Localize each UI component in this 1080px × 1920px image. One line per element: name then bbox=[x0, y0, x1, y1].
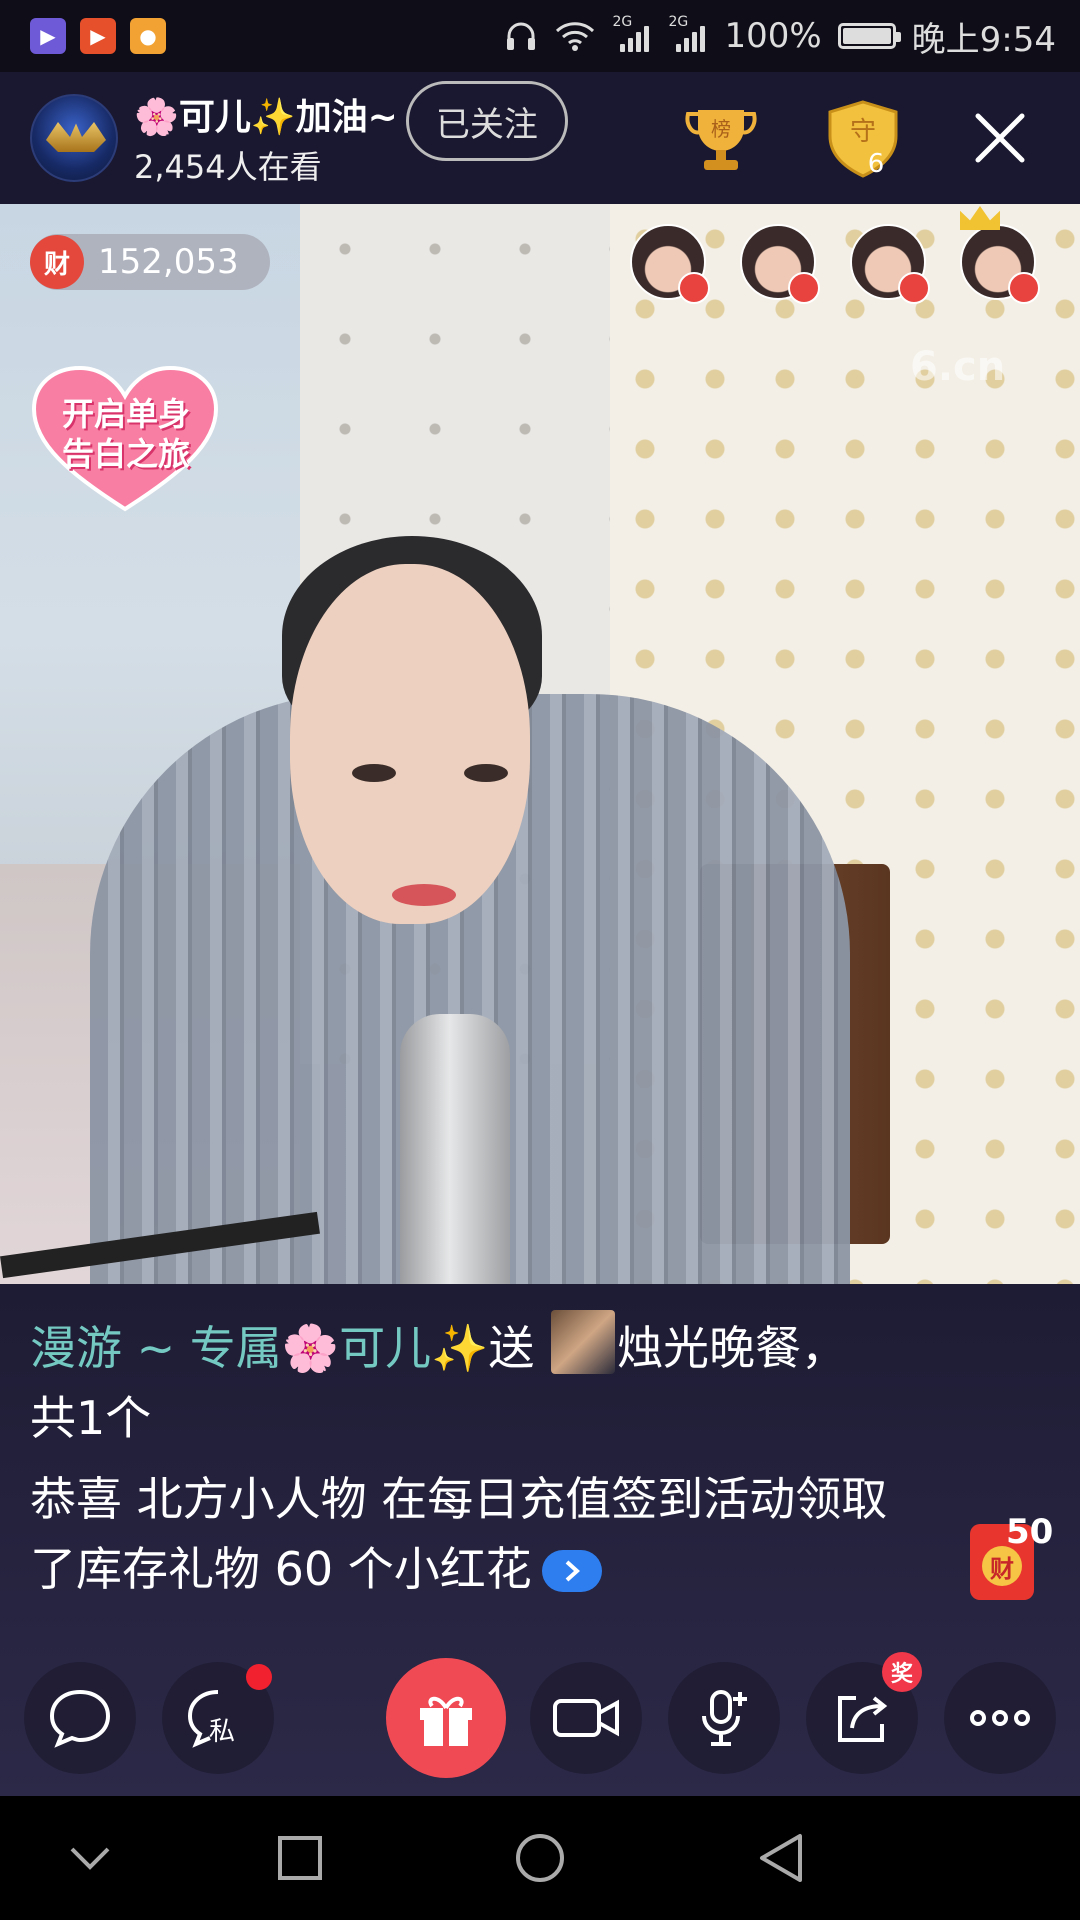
viewer-avatar[interactable] bbox=[960, 206, 1040, 304]
sofa-badge-icon bbox=[1008, 272, 1040, 304]
triangle-back-icon bbox=[760, 1834, 802, 1882]
streamer-lips bbox=[392, 884, 456, 906]
gift-button[interactable] bbox=[386, 1658, 506, 1778]
collapse-button[interactable] bbox=[56, 1824, 124, 1892]
reward-badge: 奖 bbox=[882, 1652, 922, 1692]
headphone-icon bbox=[507, 22, 536, 50]
youtube-icon: ▶ bbox=[80, 18, 116, 54]
red-packet-label: 财 bbox=[982, 1546, 1022, 1586]
share-button[interactable]: 奖 bbox=[806, 1652, 922, 1774]
square-icon bbox=[278, 1836, 322, 1880]
clock: 晚上9:54 bbox=[911, 19, 1056, 60]
bottom-toolbar: 私 奖 bbox=[0, 1640, 1080, 1796]
viewer-avatar[interactable] bbox=[850, 224, 930, 304]
kuaishou-icon: ● bbox=[130, 18, 166, 54]
sofa-badge-icon bbox=[788, 272, 820, 304]
private-label: 私 bbox=[209, 1717, 235, 1747]
video-camera-icon bbox=[553, 1699, 619, 1737]
signal-icon: 2G bbox=[612, 14, 652, 52]
back-button[interactable] bbox=[746, 1824, 814, 1892]
gift-icon bbox=[420, 1696, 472, 1746]
private-chat-icon: 私 bbox=[187, 1690, 235, 1748]
guard-label: 守 bbox=[850, 117, 876, 147]
private-message-button[interactable]: 私 bbox=[162, 1662, 274, 1774]
circle-icon bbox=[516, 1834, 564, 1882]
flower-emoji: 🌸 bbox=[281, 1321, 340, 1375]
follow-button[interactable]: 已关注 bbox=[405, 81, 568, 161]
notification-icons: ▶ ▶ ● bbox=[30, 18, 166, 54]
promo-line-1: 开启单身 bbox=[61, 395, 190, 433]
wealth-icon: 财 bbox=[30, 235, 84, 289]
microphone bbox=[400, 1014, 510, 1284]
unread-dot bbox=[246, 1664, 272, 1690]
sofa-badge-icon bbox=[898, 272, 930, 304]
top-viewers bbox=[630, 206, 1040, 304]
sparkle-emoji: ✨ bbox=[431, 1321, 489, 1375]
gift-verb: 送 bbox=[488, 1321, 549, 1375]
wealth-badge[interactable]: 财 152,053 bbox=[30, 234, 270, 290]
more-dots-icon bbox=[970, 1710, 1030, 1726]
guard-shield-icon[interactable]: 守 6 bbox=[826, 100, 900, 178]
streamer-eye bbox=[352, 764, 396, 782]
battery-icon bbox=[837, 23, 901, 49]
more-button[interactable] bbox=[944, 1662, 1056, 1774]
sofa-badge-icon bbox=[678, 272, 710, 304]
home-button[interactable] bbox=[506, 1824, 574, 1892]
guard-count: 6 bbox=[868, 149, 885, 178]
streamer-avatar[interactable] bbox=[30, 94, 118, 182]
system-message-text: 恭喜 北方小人物 在每日充值签到活动领取了库存礼物 60 个小红花 bbox=[30, 1472, 888, 1596]
streamer-info: 🌸可儿✨加油~ 2,454人在看 bbox=[134, 88, 398, 188]
gift-thumbnail-icon bbox=[550, 1310, 615, 1374]
wealth-value: 152,053 bbox=[98, 242, 239, 282]
status-bar: ▶ ▶ ● 2G 2G 100% 晚上9:54 bbox=[0, 0, 1080, 72]
system-nav-bar bbox=[0, 1796, 1080, 1920]
gift-message: 漫游 ~ 专属🌸可儿✨送 烛光晚餐，共1个 bbox=[30, 1310, 890, 1453]
wifi-icon bbox=[556, 22, 595, 51]
red-packet-count: 50 bbox=[1006, 1512, 1054, 1552]
promo-banner[interactable]: 开启单身 告白之旅 bbox=[30, 364, 220, 514]
live-video[interactable]: 财 152,053 开启单身 告白之旅 6.cn bbox=[0, 204, 1080, 1284]
watermark: 6.cn bbox=[910, 344, 1006, 390]
viewer-avatar[interactable] bbox=[740, 224, 820, 304]
mic-link-button[interactable] bbox=[668, 1662, 780, 1774]
signal-icon: 2G bbox=[668, 14, 708, 52]
promo-text: 开启单身 告白之旅 bbox=[36, 394, 216, 474]
leaderboard-trophy-icon[interactable]: 榜 bbox=[684, 106, 758, 172]
close-icon[interactable] bbox=[970, 108, 1030, 168]
streamer-eye bbox=[464, 764, 508, 782]
system-indicators: 2G 2G 100% 晚上9:54 bbox=[504, 12, 1056, 61]
video-app-icon: ▶ bbox=[30, 18, 66, 54]
viewer-count: 2,454人在看 bbox=[134, 148, 322, 186]
recents-button[interactable] bbox=[266, 1824, 334, 1892]
receiver-name[interactable]: 可儿 bbox=[339, 1321, 431, 1375]
trophy-label: 榜 bbox=[711, 117, 731, 141]
streamer-face bbox=[290, 564, 530, 924]
live-header: 🌸可儿✨加油~ 2,454人在看 已关注 榜 守 6 bbox=[0, 72, 1080, 204]
chevron-right-icon[interactable] bbox=[541, 1550, 602, 1592]
streamer-name[interactable]: 🌸可儿✨加油~ bbox=[134, 88, 398, 140]
chat-button[interactable] bbox=[24, 1662, 136, 1774]
battery-percent: 100% bbox=[724, 16, 822, 56]
battery-fill bbox=[842, 28, 891, 44]
chat-bubble-icon bbox=[49, 1689, 111, 1748]
viewer-avatar[interactable] bbox=[630, 224, 710, 304]
video-call-button[interactable] bbox=[530, 1662, 642, 1774]
crest-icon bbox=[46, 122, 106, 152]
chevron-down-icon bbox=[70, 1847, 110, 1870]
promo-line-2: 告白之旅 bbox=[61, 435, 190, 473]
share-icon bbox=[838, 1696, 888, 1742]
mic-plus-icon bbox=[702, 1690, 747, 1746]
system-message[interactable]: 恭喜 北方小人物 在每日充值签到活动领取了库存礼物 60 个小红花 bbox=[30, 1464, 890, 1604]
sender-name[interactable]: 漫游 ~ 专属 bbox=[30, 1321, 282, 1375]
